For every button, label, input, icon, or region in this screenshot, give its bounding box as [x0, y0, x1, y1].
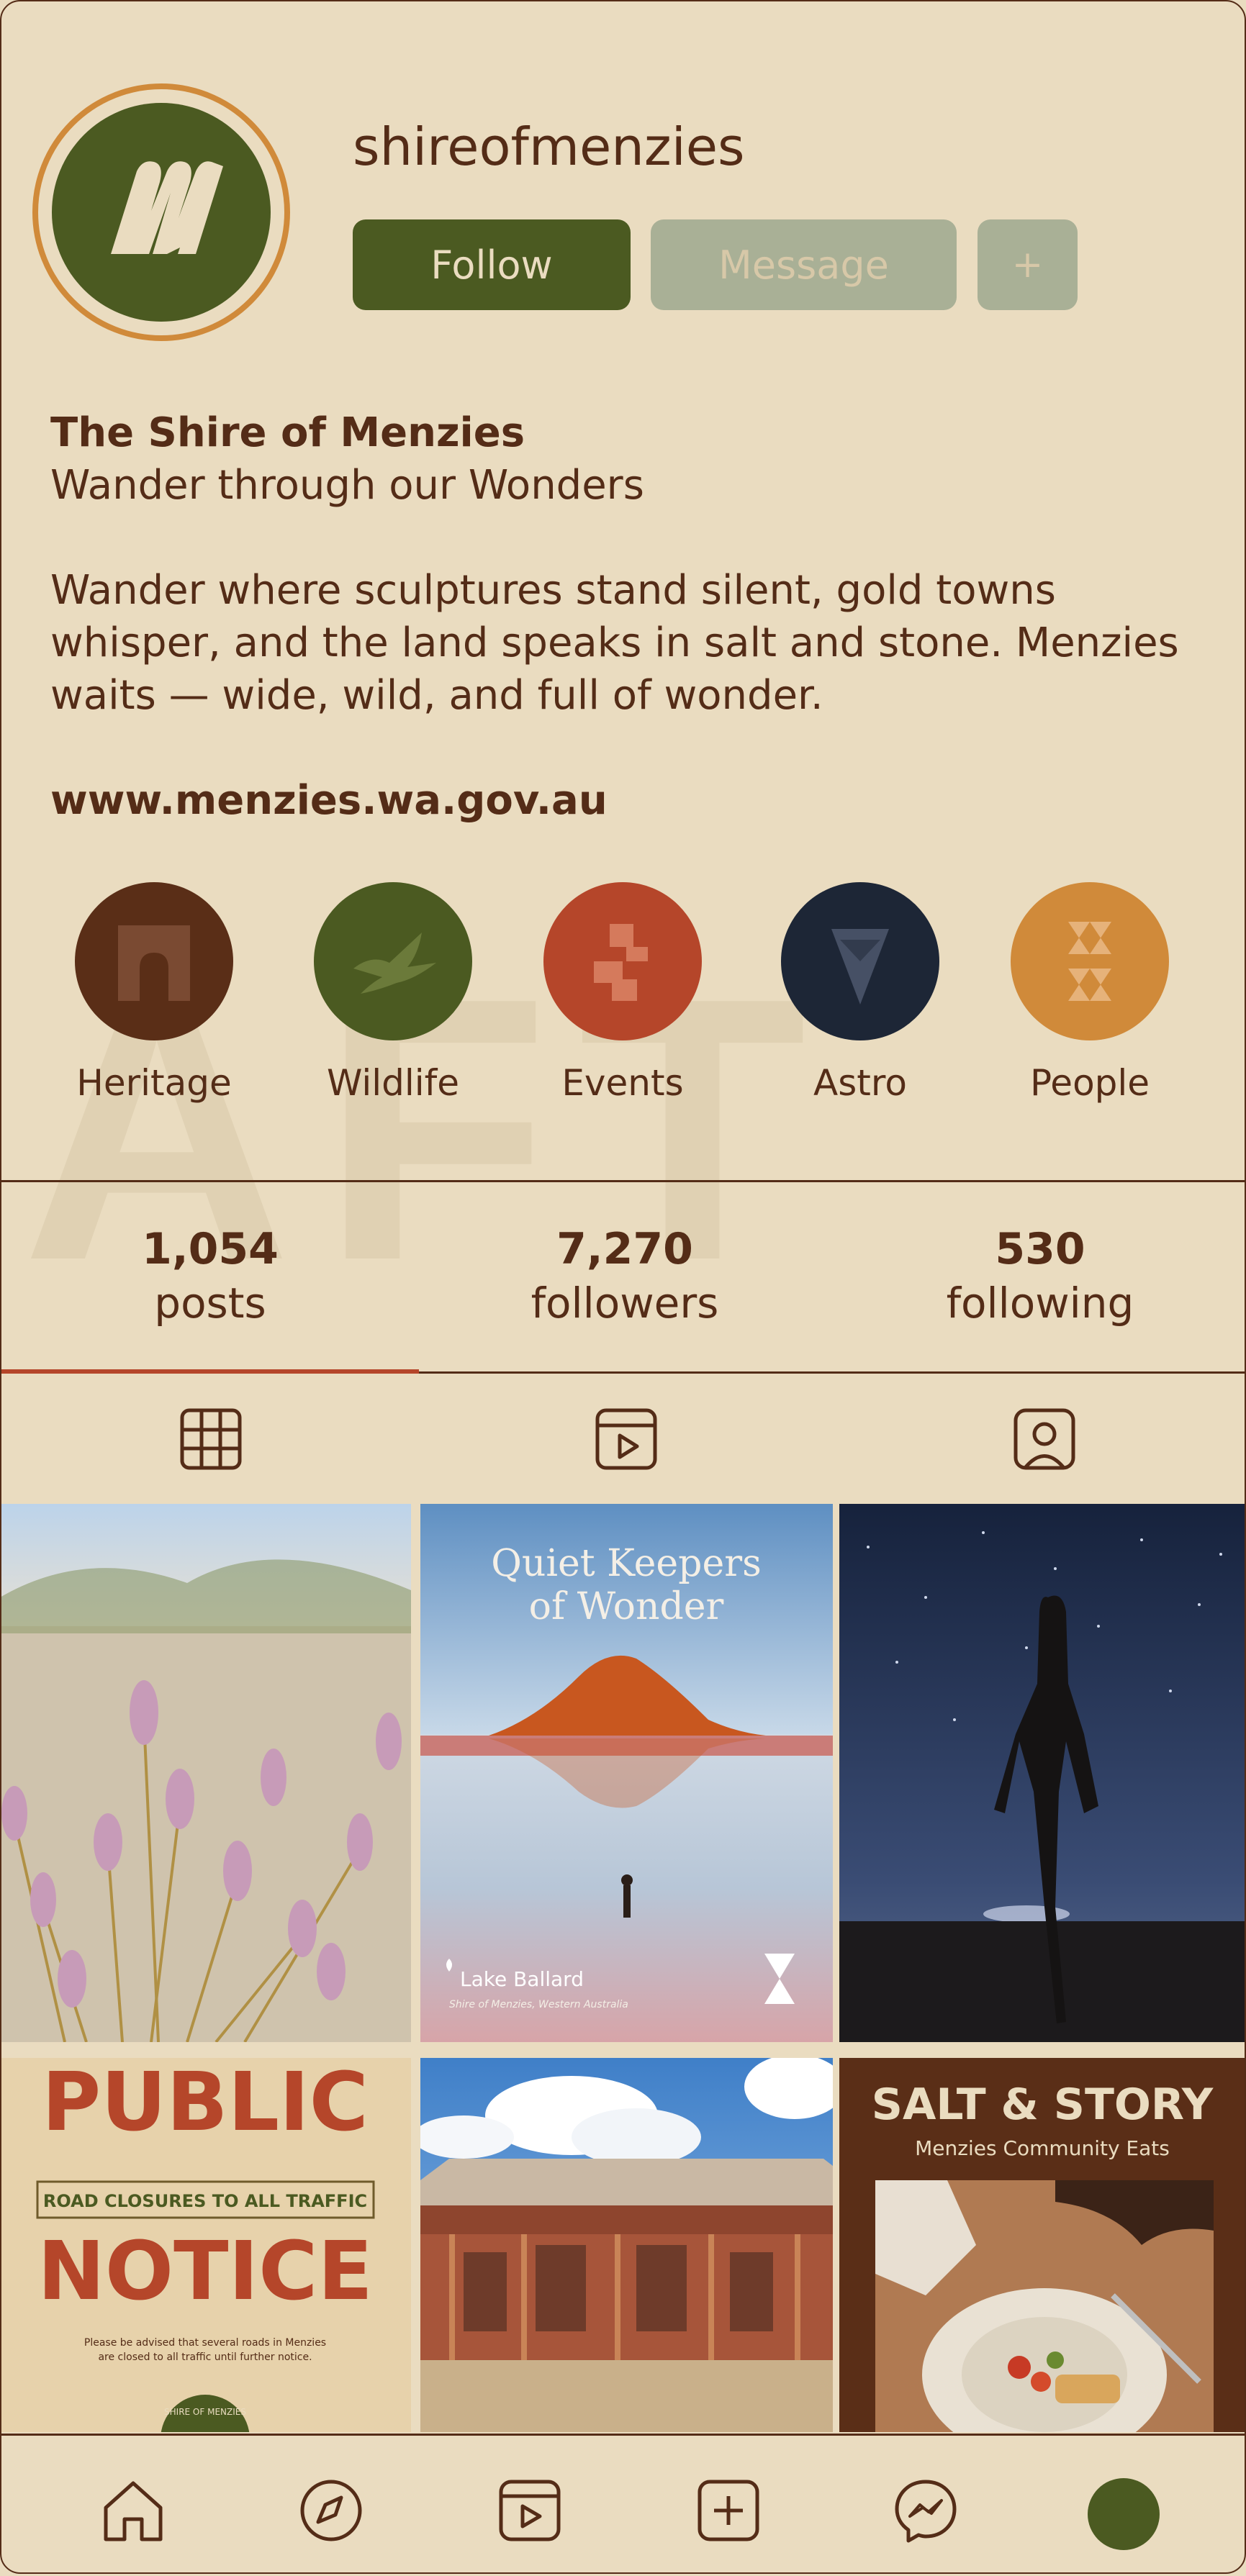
hourglass-figure-icon [1011, 882, 1169, 1040]
follow-button[interactable]: Follow [353, 219, 631, 310]
bird-icon [314, 882, 472, 1040]
highlight-label: Events [561, 1062, 684, 1104]
message-button[interactable]: Message [651, 219, 957, 310]
archway-icon [75, 882, 233, 1040]
heritage-building-photo [420, 2058, 833, 2432]
notice-title-2: NOTICE [37, 2225, 373, 2318]
divider [0, 1180, 1246, 1182]
create-icon[interactable] [694, 2476, 763, 2545]
notice-body-line2: are closed to all traffic until further … [98, 2351, 312, 2363]
bio-name: The Shire of Menzies [50, 409, 525, 456]
highlight-label: Wildlife [326, 1062, 459, 1104]
post-flowers[interactable] [0, 1504, 411, 2042]
notice-banner: ROAD CLOSURES TO ALL TRAFFIC [43, 2191, 367, 2211]
highlight-label: Heritage [76, 1062, 232, 1104]
grid-icon[interactable] [179, 1407, 243, 1471]
bottom-nav [0, 2434, 1246, 2576]
sculpture-night-photo [839, 1504, 1246, 2042]
highlight-heritage[interactable]: Heritage [75, 882, 233, 1104]
stat-followers[interactable]: 7,270 followers [481, 1223, 769, 1331]
stat-label: following [946, 1279, 1134, 1328]
explore-icon[interactable] [297, 2476, 366, 2545]
stat-value: 530 [995, 1224, 1085, 1274]
notice-body-line1: Please be advised that several roads in … [84, 2337, 326, 2349]
post-public-notice[interactable]: PUBLIC ROAD CLOSURES TO ALL TRAFFIC NOTI… [0, 2058, 411, 2432]
stat-label: posts [154, 1279, 266, 1328]
salt-title: SALT & STORY [872, 2080, 1214, 2130]
highlight-wildlife[interactable]: Wildlife [314, 882, 472, 1104]
notice-title-1: PUBLIC [42, 2058, 369, 2149]
salt-subtitle: Menzies Community Eats [915, 2136, 1170, 2160]
lake-subtitle: Shire of Menzies, Western Australia [449, 1999, 628, 2010]
post-lake-ballard[interactable]: Quiet Keepers of Wonder Lake Ballard Shi… [420, 1504, 833, 2042]
highlight-label: People [1029, 1062, 1150, 1104]
active-tab-indicator [0, 1369, 419, 1374]
highlight-label: Astro [813, 1062, 907, 1104]
post-salt-and-story[interactable]: SALT & STORY Menzies Community Eats [839, 2058, 1246, 2432]
profile-avatar-ring[interactable] [32, 83, 290, 341]
salt-and-story-graphic: SALT & STORY Menzies Community Eats [839, 2058, 1246, 2432]
lake-ballard-photo: Quiet Keepers of Wonder Lake Ballard Shi… [420, 1504, 833, 2042]
stat-value: 7,270 [556, 1224, 693, 1274]
stat-value: 1,054 [142, 1224, 279, 1274]
triangle-stack-icon [781, 882, 939, 1040]
public-notice-graphic: PUBLIC ROAD CLOSURES TO ALL TRAFFIC NOTI… [36, 2058, 375, 2432]
profile-username: shireofmenzies [353, 117, 745, 177]
menzies-logo-icon [52, 103, 271, 322]
lake-title-line2: of Wonder [529, 1585, 724, 1628]
profile-avatar[interactable] [1088, 2478, 1160, 2550]
stat-label: followers [531, 1279, 719, 1328]
messenger-icon[interactable] [891, 2476, 960, 2545]
stat-posts[interactable]: 1,054 posts [66, 1223, 354, 1331]
suggest-accounts-button[interactable]: + [978, 219, 1078, 310]
stat-following[interactable]: 530 following [896, 1223, 1184, 1331]
tagged-icon[interactable] [1012, 1407, 1077, 1471]
bio-description: Wander where sculptures stand silent, go… [50, 567, 1179, 719]
post-sculpture-night[interactable] [839, 1504, 1246, 2042]
home-icon[interactable] [99, 2476, 168, 2545]
highlight-astro[interactable]: Astro [781, 882, 939, 1104]
highlight-events[interactable]: Events [543, 882, 702, 1104]
highlight-people[interactable]: People [1011, 882, 1169, 1104]
lake-title-line1: Quiet Keepers [491, 1542, 762, 1585]
post-heritage-building[interactable] [420, 2058, 833, 2432]
reels-icon[interactable] [495, 2476, 564, 2545]
notice-seal-text: SHIRE OF MENZIES [164, 2407, 246, 2417]
bio-website-link[interactable]: www.menzies.wa.gov.au [50, 774, 608, 827]
reels-icon[interactable] [594, 1407, 659, 1471]
flowers-photo [0, 1504, 411, 2042]
lake-location: Lake Ballard [460, 1967, 584, 1991]
stepped-blocks-icon [543, 882, 702, 1040]
bio-tagline: Wander through our Wonders [50, 462, 644, 509]
